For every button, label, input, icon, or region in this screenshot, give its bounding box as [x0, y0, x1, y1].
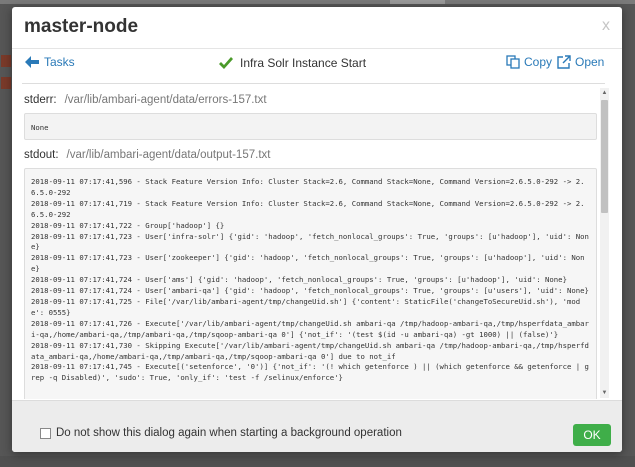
stdout-row: stdout: /var/lib/ambari-agent/data/output…: [24, 149, 270, 161]
close-icon[interactable]: x: [602, 17, 610, 35]
stderr-label: stderr:: [24, 94, 57, 106]
stdout-output: 2018-09-11 07:17:41,596 - Stack Feature …: [24, 168, 597, 399]
stdout-line: 2018-09-11 07:17:41,722 - Group['hadoop'…: [31, 220, 225, 230]
stdout-line: 2018-09-11 07:17:41,723 - User['zookeepe…: [31, 253, 585, 274]
background-operation-dialog: master-node x Tasks Infra Solr Instance …: [12, 7, 622, 452]
stdout-line: 2018-09-11 07:17:41,596 - Stack Feature …: [31, 177, 585, 197]
scroll-thumb[interactable]: [601, 100, 608, 213]
ok-button[interactable]: OK: [573, 424, 611, 446]
background-header-strip: [0, 0, 635, 4]
toolbar-divider: [22, 83, 605, 84]
check-icon: [219, 56, 233, 69]
stdout-label: stdout:: [24, 149, 59, 161]
scroll-up-arrow-icon[interactable]: ▲: [600, 88, 609, 98]
copy-link[interactable]: Copy: [506, 55, 552, 69]
stderr-row: stderr: /var/lib/ambari-agent/data/errors…: [24, 94, 267, 106]
header-divider: [12, 48, 622, 49]
copy-icon: [506, 55, 520, 69]
dialog-title: master-node: [24, 16, 139, 37]
stdout-line: 2018-09-11 07:17:41,725 - File['/var/lib…: [31, 296, 581, 317]
background-sidebar-badges: [0, 55, 12, 115]
stdout-path: /var/lib/ambari-agent/data/output-157.tx…: [66, 149, 271, 161]
open-link[interactable]: Open: [557, 55, 604, 69]
scrollbar[interactable]: ▲ ▼: [600, 88, 609, 398]
external-link-icon: [557, 55, 571, 69]
background-footer-strip: [0, 456, 635, 467]
tasks-back-link[interactable]: Tasks: [25, 55, 75, 69]
background-badge: [1, 77, 11, 89]
log-scroll-area[interactable]: stderr: /var/lib/ambari-agent/data/errors…: [22, 86, 610, 399]
scroll-down-arrow-icon[interactable]: ▼: [600, 388, 609, 398]
arrow-left-icon: [25, 56, 39, 68]
stdout-line: 2018-09-11 07:17:41,726 - Execute['/var/…: [31, 318, 589, 339]
tasks-label: Tasks: [44, 55, 75, 69]
background-badge: [1, 55, 11, 67]
stdout-line: 2018-09-11 07:17:41,745 - Execute[('sete…: [31, 362, 589, 383]
copy-label: Copy: [524, 55, 553, 69]
stdout-line: 2018-09-11 07:17:41,719 - Stack Feature …: [31, 198, 585, 219]
stderr-output: None: [24, 113, 597, 140]
operation-title-text: Infra Solr Instance Start: [240, 56, 367, 70]
operation-title: Infra Solr Instance Start: [218, 56, 366, 70]
open-label: Open: [575, 55, 605, 69]
do-not-show-checkbox[interactable]: [40, 428, 51, 439]
stdout-line: 2018-09-11 07:17:41,723 - User['infra-so…: [31, 231, 589, 252]
stdout-line: 2018-09-11 07:17:41,724 - User['ambari-q…: [31, 286, 589, 296]
stdout-line: 2018-09-11 07:17:41,724 - User['ams'] {'…: [31, 275, 567, 285]
background-tab: [390, 0, 445, 4]
dialog-footer: Do not show this dialog again when start…: [12, 400, 622, 452]
stdout-line: 2018-09-11 07:17:41,730 - Skipping Execu…: [31, 340, 589, 361]
do-not-show-label: Do not show this dialog again when start…: [56, 427, 402, 439]
stderr-path: /var/lib/ambari-agent/data/errors-157.tx…: [64, 94, 267, 106]
